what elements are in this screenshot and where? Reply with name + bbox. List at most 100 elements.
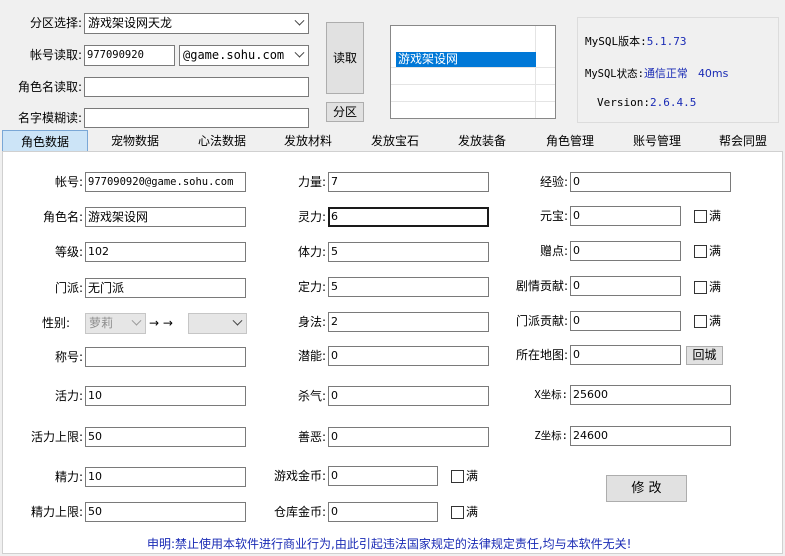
tab-pet-data[interactable]: 宠物数据	[95, 130, 175, 152]
modify-button[interactable]: 修 改	[606, 475, 687, 502]
gender-label: 性别:	[41, 316, 70, 330]
yuanbao-full-label: 满	[709, 209, 722, 223]
kill-label: 杀气:	[297, 389, 326, 403]
bank-full-checkbox[interactable]	[451, 506, 464, 519]
tab-guild[interactable]: 帮会同盟	[703, 130, 783, 152]
fuzzy-label: 名字模糊读:	[17, 111, 82, 125]
role-read-label: 角色名读取:	[17, 80, 82, 94]
account-read-label: 帐号读取:	[29, 48, 82, 62]
story-field[interactable]: 0	[570, 276, 681, 296]
vigor-max-field[interactable]: 50	[85, 427, 246, 447]
energy-max-field[interactable]: 50	[85, 502, 246, 522]
vigor-max-label: 活力上限:	[30, 430, 83, 444]
dex-field[interactable]: 2	[328, 312, 489, 332]
zone-select[interactable]: 游戏架设网天龙	[84, 13, 309, 34]
story-label: 剧情贡献:	[515, 279, 568, 293]
energy-label: 精力:	[54, 470, 83, 484]
exp-field[interactable]: 0	[570, 172, 731, 192]
domain-select[interactable]: @game.sohu.com	[179, 45, 309, 66]
karma-field[interactable]: 0	[328, 427, 489, 447]
disclaimer-text: 申明:禁止使用本软件进行商业行为,由此引起违法国家规定的法律规定责任,均与本软件…	[147, 537, 632, 551]
energy-max-label: 精力上限:	[30, 505, 83, 519]
spi-field[interactable]: 6	[328, 207, 489, 227]
vigor-field[interactable]: 10	[85, 386, 246, 406]
sta-field[interactable]: 5	[328, 277, 489, 297]
role-label: 角色名:	[42, 210, 83, 224]
map-field[interactable]: 0	[570, 345, 681, 365]
story-full-label: 满	[709, 280, 722, 294]
gender-arrow: → →	[149, 316, 173, 330]
str-field[interactable]: 7	[328, 172, 489, 192]
zone-button[interactable]: 分区	[326, 102, 364, 122]
zone-label: 分区选择:	[29, 16, 82, 30]
version-line: Version:2.6.4.5	[597, 96, 696, 109]
account-label: 帐号:	[54, 175, 83, 189]
level-field[interactable]: 102	[85, 242, 246, 262]
gold-label: 游戏金币:	[273, 469, 326, 483]
karma-label: 善恶:	[297, 430, 326, 444]
list-gridline	[391, 84, 555, 85]
gold-field[interactable]: 0	[328, 466, 438, 486]
tab-materials[interactable]: 发放材料	[268, 130, 348, 152]
mysql-state-label: MySQL状态:	[585, 68, 644, 80]
spi-label: 灵力:	[297, 210, 326, 224]
list-gridline	[391, 101, 555, 102]
tab-gems[interactable]: 发放宝石	[355, 130, 435, 152]
tab-account-manage[interactable]: 账号管理	[617, 130, 697, 152]
con-field[interactable]: 5	[328, 242, 489, 262]
list-item[interactable]: 游戏架设网	[396, 52, 536, 67]
mysql-version-label: MySQL版本:	[585, 35, 647, 48]
tab-role-manage[interactable]: 角色管理	[530, 130, 610, 152]
x-coord-label: X坐标:	[534, 389, 568, 401]
account-read-input[interactable]: 977090920	[84, 45, 175, 66]
sect-contrib-full-checkbox[interactable]	[694, 315, 707, 328]
exp-label: 经验:	[539, 175, 568, 189]
x-coord-field[interactable]: 25600	[570, 385, 731, 405]
vigor-label: 活力:	[54, 389, 83, 403]
title-field[interactable]	[85, 347, 246, 367]
role-field[interactable]: 游戏架设网	[85, 207, 246, 227]
chevron-down-icon	[294, 15, 305, 26]
gender-target-select[interactable]	[188, 313, 247, 334]
z-coord-field[interactable]: 24600	[570, 426, 731, 446]
kill-field[interactable]: 0	[328, 386, 489, 406]
energy-field[interactable]: 10	[85, 467, 246, 487]
tab-xinfa-data[interactable]: 心法数据	[182, 130, 262, 152]
sect-contrib-full-label: 满	[709, 314, 722, 328]
gift-full-label: 满	[709, 244, 722, 258]
str-label: 力量:	[297, 175, 326, 189]
role-read-input[interactable]	[84, 77, 309, 97]
sect-contrib-field[interactable]: 0	[570, 311, 681, 331]
return-city-button[interactable]: 回城	[686, 346, 723, 365]
map-label: 所在地图:	[515, 348, 568, 362]
yuanbao-field[interactable]: 0	[570, 206, 681, 226]
read-button[interactable]: 读取	[326, 22, 364, 94]
gift-full-checkbox[interactable]	[694, 245, 707, 258]
dex-label: 身法:	[297, 315, 326, 329]
gift-label: 赠点:	[539, 244, 568, 258]
gender-select[interactable]: 萝莉	[85, 313, 146, 334]
pot-field[interactable]: 0	[328, 346, 489, 366]
mysql-version-line: MySQL版本:5.1.73	[585, 33, 687, 49]
title-label: 称号:	[54, 350, 83, 364]
chevron-down-icon	[294, 47, 305, 58]
tab-role-data[interactable]: 角色数据	[2, 130, 88, 152]
tab-equipment[interactable]: 发放装备	[442, 130, 522, 152]
gold-full-checkbox[interactable]	[451, 470, 464, 483]
sect-field[interactable]: 无门派	[85, 278, 246, 298]
mysql-state-value: 通信正常	[643, 67, 688, 80]
bank-field[interactable]: 0	[328, 502, 438, 522]
account-field[interactable]: 977090920@game.sohu.com	[85, 172, 246, 192]
yuanbao-full-checkbox[interactable]	[694, 210, 707, 223]
gift-field[interactable]: 0	[570, 241, 681, 261]
fuzzy-input[interactable]	[84, 108, 309, 128]
domain-select-value: @game.sohu.com	[183, 48, 285, 62]
zone-select-value: 游戏架设网天龙	[88, 16, 173, 30]
story-full-checkbox[interactable]	[694, 281, 707, 294]
z-coord-label: Z坐标:	[534, 430, 568, 442]
zone-list-box[interactable]: 游戏架设网	[390, 25, 556, 119]
list-gridline	[535, 26, 536, 118]
chevron-down-icon	[131, 315, 142, 326]
version-label: Version:	[597, 96, 650, 109]
gender-select-value: 萝莉	[89, 316, 114, 330]
